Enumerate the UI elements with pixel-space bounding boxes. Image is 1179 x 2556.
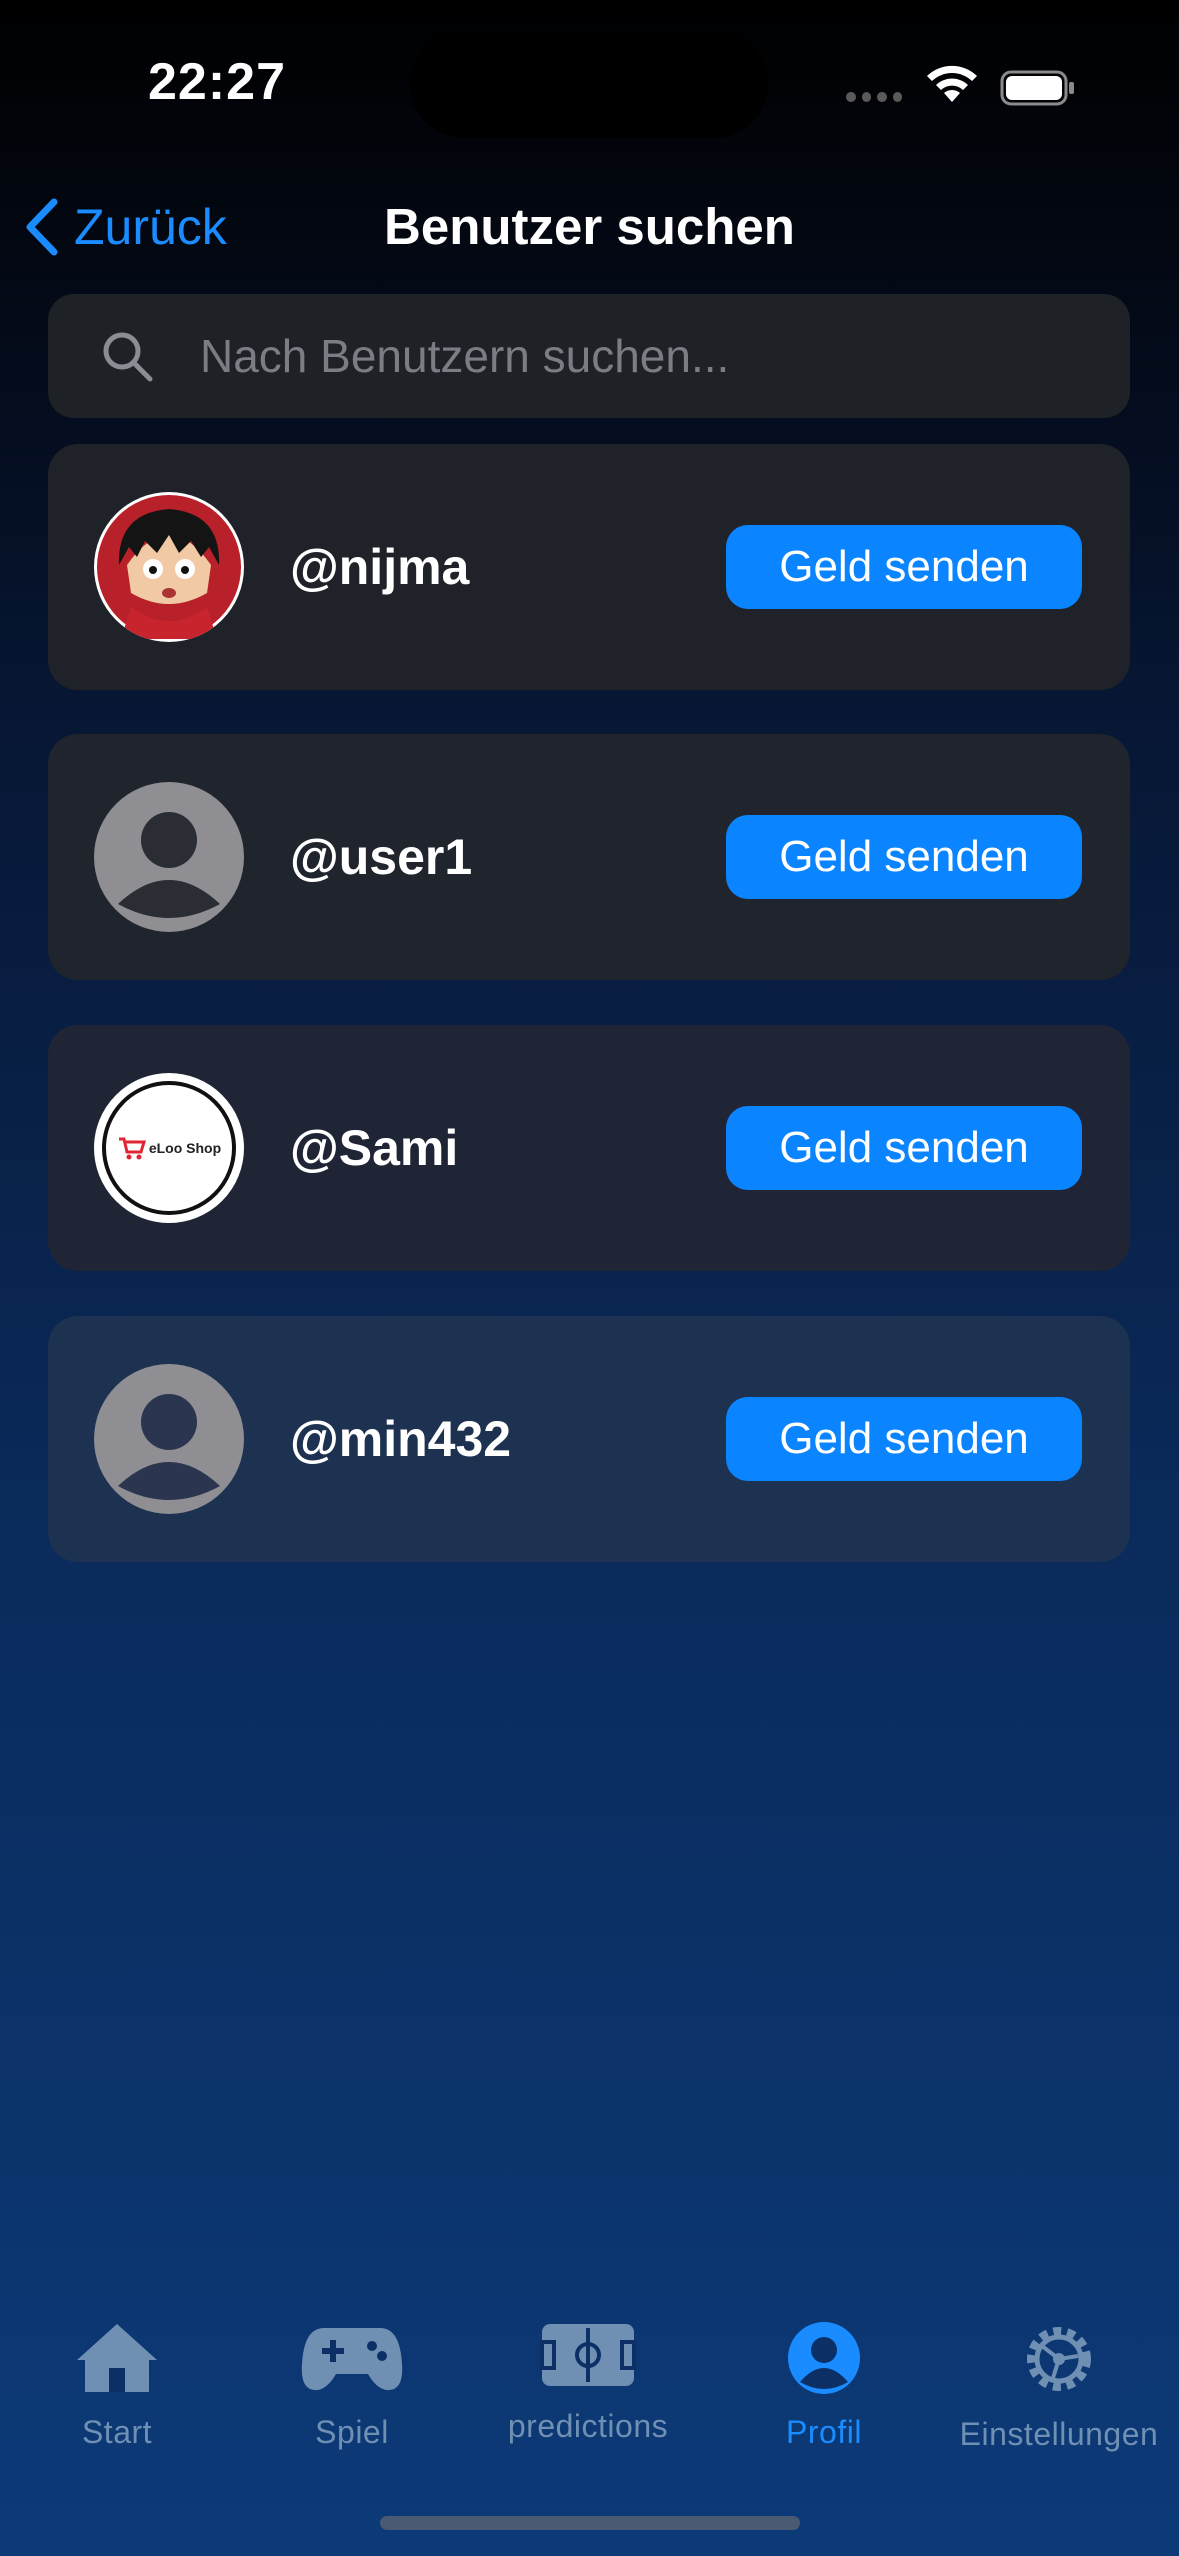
cellular-signal-icon bbox=[846, 92, 902, 104]
shopping-cart-icon bbox=[118, 1137, 146, 1160]
user-card[interactable]: @min432 Geld senden bbox=[48, 1316, 1130, 1562]
username: @nijma bbox=[290, 539, 470, 595]
tab-profil[interactable]: Profil bbox=[709, 2320, 939, 2451]
tab-label: Profil bbox=[786, 2414, 862, 2450]
shop-logo-text: eLoo Shop bbox=[148, 1140, 222, 1156]
avatar bbox=[94, 1364, 244, 1514]
avatar bbox=[94, 782, 244, 932]
tab-label: Spiel bbox=[315, 2414, 389, 2450]
dynamic-island bbox=[410, 30, 768, 138]
tab-label: Einstellungen bbox=[959, 2416, 1159, 2452]
tab-einstellungen[interactable]: Einstellungen bbox=[944, 2320, 1174, 2453]
username: @Sami bbox=[290, 1120, 459, 1176]
search-icon bbox=[103, 332, 153, 382]
wifi-icon bbox=[927, 65, 977, 102]
tab-label: Start bbox=[81, 2414, 153, 2450]
gear-icon bbox=[1027, 2327, 1091, 2391]
battery-icon bbox=[1000, 70, 1074, 106]
user-card[interactable]: @user1 Geld senden bbox=[48, 734, 1130, 980]
username: @user1 bbox=[290, 829, 473, 885]
send-money-button[interactable]: Geld senden bbox=[726, 1397, 1082, 1481]
tab-spiel[interactable]: Spiel bbox=[237, 2320, 467, 2451]
default-avatar-icon bbox=[118, 812, 220, 918]
tab-label: predictions bbox=[507, 2408, 669, 2444]
tab-start[interactable]: Start bbox=[2, 2320, 232, 2451]
status-time: 22:27 bbox=[148, 53, 286, 111]
username: @min432 bbox=[290, 1411, 512, 1467]
send-money-button[interactable]: Geld senden bbox=[726, 1106, 1082, 1190]
page-title: Benutzer suchen bbox=[384, 198, 795, 255]
person-circle-icon bbox=[788, 2322, 860, 2394]
tab-predictions[interactable]: predictions bbox=[473, 2320, 703, 2445]
user-card[interactable]: @nijma Geld senden bbox=[48, 444, 1130, 690]
home-indicator bbox=[380, 2516, 800, 2530]
soccer-field-icon bbox=[540, 2324, 636, 2386]
send-money-button[interactable]: Geld senden bbox=[726, 815, 1082, 899]
default-avatar-icon bbox=[118, 1394, 220, 1500]
send-money-button[interactable]: Geld senden bbox=[726, 525, 1082, 609]
search-bar[interactable] bbox=[48, 294, 1130, 418]
gamecontroller-icon bbox=[301, 2328, 403, 2391]
search-input[interactable] bbox=[198, 328, 1062, 384]
avatar: eLoo Shop bbox=[94, 1073, 244, 1223]
user-card[interactable]: eLoo Shop @Sami Geld senden bbox=[48, 1025, 1130, 1271]
anime-avatar-icon bbox=[97, 495, 241, 639]
house-icon bbox=[77, 2324, 157, 2392]
avatar bbox=[94, 492, 244, 642]
